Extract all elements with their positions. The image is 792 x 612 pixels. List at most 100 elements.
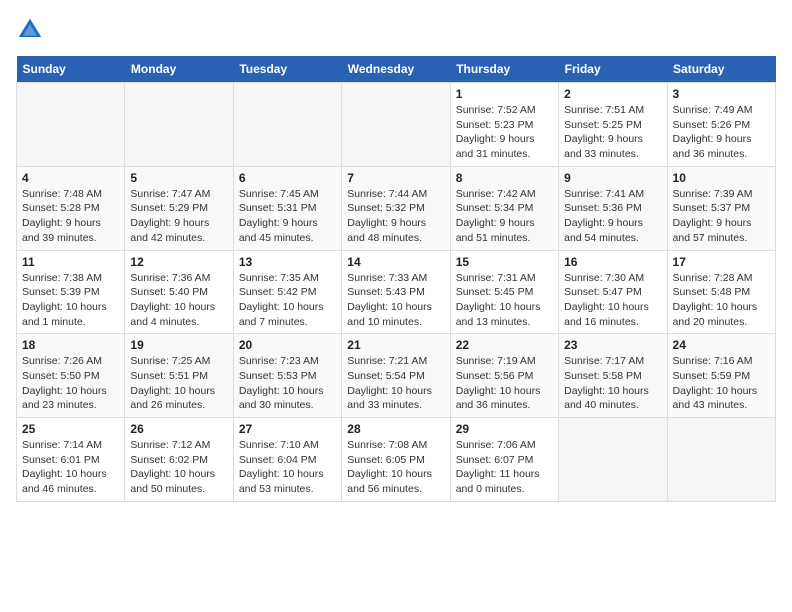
day-number: 19 [130,338,227,352]
day-info: Sunrise: 7:08 AM Sunset: 6:05 PM Dayligh… [347,438,444,497]
calendar-cell: 14 Sunrise: 7:33 AM Sunset: 5:43 PM Dayli… [342,250,450,334]
calendar-cell [17,83,125,167]
day-number: 27 [239,422,336,436]
day-info: Sunrise: 7:42 AM Sunset: 5:34 PM Dayligh… [456,187,553,246]
calendar-cell [125,83,233,167]
calendar-cell: 13 Sunrise: 7:35 AM Sunset: 5:42 PM Dayli… [233,250,341,334]
day-number: 6 [239,171,336,185]
calendar-cell: 6 Sunrise: 7:45 AM Sunset: 5:31 PM Daylig… [233,166,341,250]
day-number: 4 [22,171,119,185]
day-info: Sunrise: 7:33 AM Sunset: 5:43 PM Dayligh… [347,271,444,330]
day-info: Sunrise: 7:52 AM Sunset: 5:23 PM Dayligh… [456,103,553,162]
day-number: 28 [347,422,444,436]
calendar-cell: 20 Sunrise: 7:23 AM Sunset: 5:53 PM Dayli… [233,334,341,418]
calendar-cell: 7 Sunrise: 7:44 AM Sunset: 5:32 PM Daylig… [342,166,450,250]
day-info: Sunrise: 7:30 AM Sunset: 5:47 PM Dayligh… [564,271,661,330]
day-number: 29 [456,422,553,436]
col-header-sunday: Sunday [17,56,125,83]
calendar-cell: 16 Sunrise: 7:30 AM Sunset: 5:47 PM Dayli… [559,250,667,334]
calendar-cell: 22 Sunrise: 7:19 AM Sunset: 5:56 PM Dayli… [450,334,558,418]
day-number: 11 [22,255,119,269]
calendar-cell: 26 Sunrise: 7:12 AM Sunset: 6:02 PM Dayli… [125,418,233,502]
calendar-cell: 12Sunrise: 7:36 AM Sunset: 5:40 PM Dayli… [125,250,233,334]
day-info: Sunrise: 7:23 AM Sunset: 5:53 PM Dayligh… [239,354,336,413]
calendar-cell [559,418,667,502]
calendar-cell: 15 Sunrise: 7:31 AM Sunset: 5:45 PM Dayli… [450,250,558,334]
logo [16,16,48,44]
day-number: 17 [673,255,770,269]
calendar-header-row: SundayMondayTuesdayWednesdayThursdayFrid… [17,56,776,83]
day-number: 21 [347,338,444,352]
day-number: 26 [130,422,227,436]
calendar-cell: 28 Sunrise: 7:08 AM Sunset: 6:05 PM Dayli… [342,418,450,502]
day-info: Sunrise: 7:17 AM Sunset: 5:58 PM Dayligh… [564,354,661,413]
calendar-cell: 17Sunrise: 7:28 AM Sunset: 5:48 PM Dayli… [667,250,775,334]
calendar-cell: 4 Sunrise: 7:48 AM Sunset: 5:28 PM Daylig… [17,166,125,250]
day-info: Sunrise: 7:51 AM Sunset: 5:25 PM Dayligh… [564,103,661,162]
calendar-cell: 10 Sunrise: 7:39 AM Sunset: 5:37 PM Dayli… [667,166,775,250]
day-info: Sunrise: 7:16 AM Sunset: 5:59 PM Dayligh… [673,354,770,413]
day-number: 16 [564,255,661,269]
col-header-tuesday: Tuesday [233,56,341,83]
calendar-cell: 25 Sunrise: 7:14 AM Sunset: 6:01 PM Dayli… [17,418,125,502]
calendar-cell [667,418,775,502]
day-info: Sunrise: 7:45 AM Sunset: 5:31 PM Dayligh… [239,187,336,246]
calendar-cell: 29 Sunrise: 7:06 AM Sunset: 6:07 PM Dayli… [450,418,558,502]
day-number: 14 [347,255,444,269]
day-info: Sunrise: 7:06 AM Sunset: 6:07 PM Dayligh… [456,438,553,497]
day-number: 9 [564,171,661,185]
day-number: 15 [456,255,553,269]
day-number: 24 [673,338,770,352]
calendar-cell: 3 Sunrise: 7:49 AM Sunset: 5:26 PM Daylig… [667,83,775,167]
day-info: Sunrise: 7:31 AM Sunset: 5:45 PM Dayligh… [456,271,553,330]
day-info: Sunrise: 7:12 AM Sunset: 6:02 PM Dayligh… [130,438,227,497]
day-number: 12 [130,255,227,269]
col-header-monday: Monday [125,56,233,83]
calendar-cell: 23Sunrise: 7:17 AM Sunset: 5:58 PM Dayli… [559,334,667,418]
calendar-cell: 24 Sunrise: 7:16 AM Sunset: 5:59 PM Dayli… [667,334,775,418]
day-info: Sunrise: 7:25 AM Sunset: 5:51 PM Dayligh… [130,354,227,413]
col-header-thursday: Thursday [450,56,558,83]
calendar-cell: 19 Sunrise: 7:25 AM Sunset: 5:51 PM Dayli… [125,334,233,418]
col-header-saturday: Saturday [667,56,775,83]
day-info: Sunrise: 7:39 AM Sunset: 5:37 PM Dayligh… [673,187,770,246]
calendar-cell: 8Sunrise: 7:42 AM Sunset: 5:34 PM Daylig… [450,166,558,250]
calendar-cell: 11 Sunrise: 7:38 AM Sunset: 5:39 PM Dayli… [17,250,125,334]
day-info: Sunrise: 7:49 AM Sunset: 5:26 PM Dayligh… [673,103,770,162]
col-header-wednesday: Wednesday [342,56,450,83]
day-number: 18 [22,338,119,352]
day-info: Sunrise: 7:44 AM Sunset: 5:32 PM Dayligh… [347,187,444,246]
day-number: 3 [673,87,770,101]
day-info: Sunrise: 7:41 AM Sunset: 5:36 PM Dayligh… [564,187,661,246]
day-number: 7 [347,171,444,185]
calendar-week-row: 11 Sunrise: 7:38 AM Sunset: 5:39 PM Dayli… [17,250,776,334]
col-header-friday: Friday [559,56,667,83]
calendar-week-row: 18 Sunrise: 7:26 AM Sunset: 5:50 PM Dayli… [17,334,776,418]
day-info: Sunrise: 7:38 AM Sunset: 5:39 PM Dayligh… [22,271,119,330]
calendar-cell: 2 Sunrise: 7:51 AM Sunset: 5:25 PM Daylig… [559,83,667,167]
day-info: Sunrise: 7:14 AM Sunset: 6:01 PM Dayligh… [22,438,119,497]
day-info: Sunrise: 7:21 AM Sunset: 5:54 PM Dayligh… [347,354,444,413]
calendar-cell: 21 Sunrise: 7:21 AM Sunset: 5:54 PM Dayli… [342,334,450,418]
calendar-cell: 18 Sunrise: 7:26 AM Sunset: 5:50 PM Dayli… [17,334,125,418]
calendar-cell [342,83,450,167]
calendar-week-row: 1 Sunrise: 7:52 AM Sunset: 5:23 PM Daylig… [17,83,776,167]
day-number: 13 [239,255,336,269]
day-info: Sunrise: 7:35 AM Sunset: 5:42 PM Dayligh… [239,271,336,330]
day-number: 1 [456,87,553,101]
calendar-cell: 5Sunrise: 7:47 AM Sunset: 5:29 PM Daylig… [125,166,233,250]
day-number: 2 [564,87,661,101]
calendar-cell: 9 Sunrise: 7:41 AM Sunset: 5:36 PM Daylig… [559,166,667,250]
day-info: Sunrise: 7:10 AM Sunset: 6:04 PM Dayligh… [239,438,336,497]
header [16,16,776,44]
day-info: Sunrise: 7:19 AM Sunset: 5:56 PM Dayligh… [456,354,553,413]
day-number: 22 [456,338,553,352]
calendar-cell: 1 Sunrise: 7:52 AM Sunset: 5:23 PM Daylig… [450,83,558,167]
day-number: 25 [22,422,119,436]
day-number: 10 [673,171,770,185]
day-number: 20 [239,338,336,352]
calendar-cell [233,83,341,167]
day-info: Sunrise: 7:26 AM Sunset: 5:50 PM Dayligh… [22,354,119,413]
logo-icon [16,16,44,44]
day-info: Sunrise: 7:48 AM Sunset: 5:28 PM Dayligh… [22,187,119,246]
